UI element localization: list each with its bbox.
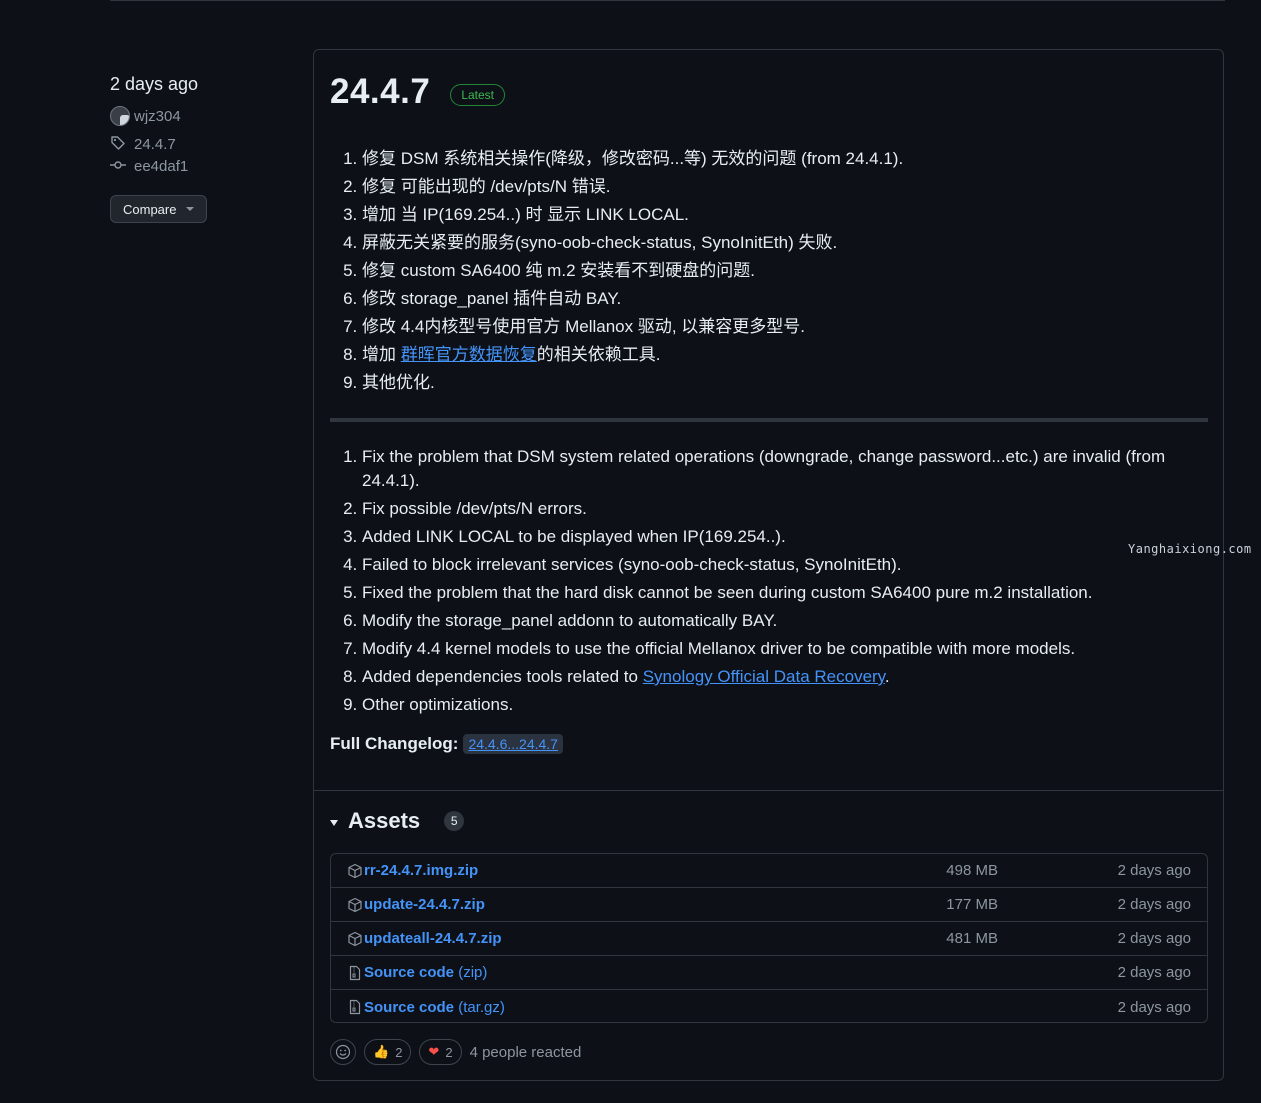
top-divider [110, 0, 1225, 1]
list-item: 修复 可能出现的 /dev/pts/N 错误. [362, 173, 1202, 201]
assets-title: Assets [348, 808, 421, 833]
file-zip-icon [347, 999, 363, 1015]
notes-separator [330, 418, 1208, 422]
compare-button[interactable]: Compare [110, 195, 208, 223]
asset-date: 2 days ago [1117, 998, 1191, 1016]
add-reaction-button[interactable] [330, 1039, 356, 1065]
list-item: 修复 DSM 系统相关操作(降级，修改密码...等) 无效的问题 (from 2… [362, 145, 1202, 173]
release-header: 24.4.7 Latest [330, 72, 506, 112]
list-item: 增加 当 IP(169.254..) 时 显示 LINK LOCAL. [362, 201, 1202, 229]
assets-divider [314, 790, 1223, 791]
synology-recovery-link-zh[interactable]: 群晖官方数据恢复 [401, 345, 537, 364]
release-notes-en: Fix the problem that DSM system related … [330, 445, 1192, 721]
smiley-icon [335, 1044, 351, 1060]
release-date: 2 days ago [110, 74, 199, 94]
tag-name[interactable]: 24.4.7 [134, 136, 176, 153]
reactions-summary[interactable]: 4 people reacted [470, 1044, 582, 1061]
list-item: Modify 4.4 kernel models to use the offi… [362, 637, 1192, 661]
package-icon [347, 931, 363, 947]
asset-row: rr-24.4.7.img.zip 498 MB 2 days ago [331, 854, 1207, 888]
item-text: Added dependencies tools related to [362, 667, 643, 686]
synology-recovery-link-en[interactable]: Synology Official Data Recovery [643, 667, 885, 686]
asset-link-text[interactable]: Source code [364, 999, 454, 1016]
asset-link-text[interactable]: Source code [364, 964, 454, 981]
file-zip-icon [347, 965, 363, 981]
asset-row: Source code (tar.gz) 2 days ago [331, 990, 1207, 1022]
thumbs-up-icon: 👍 [373, 1044, 390, 1059]
reaction-count: 2 [395, 1044, 403, 1060]
list-item: 增加 群晖官方数据恢复的相关依赖工具. [362, 341, 1202, 369]
asset-date: 2 days ago [1117, 896, 1191, 913]
asset-link[interactable]: Source code (zip) [364, 964, 487, 981]
thumbs-up-reaction[interactable]: 👍 2 [364, 1039, 412, 1065]
heart-reaction[interactable]: ❤ 2 [419, 1039, 462, 1065]
author-row[interactable]: wjz304 [110, 105, 290, 127]
list-item: Added LINK LOCAL to be displayed when IP… [362, 525, 1192, 549]
list-item: Other optimizations. [362, 693, 1192, 717]
item-text: 增加 [362, 345, 401, 364]
asset-row: Source code (zip) 2 days ago [331, 956, 1207, 990]
list-item: Fix the problem that DSM system related … [362, 445, 1192, 493]
author-name[interactable]: wjz304 [134, 108, 181, 125]
asset-row: update-24.4.7.zip 177 MB 2 days ago [331, 888, 1207, 922]
list-item: Modify the storage_panel addonn to autom… [362, 609, 1192, 633]
asset-format[interactable]: (zip) [454, 964, 487, 981]
assets-toggle[interactable]: Assets 5 [330, 808, 465, 834]
assets-list: rr-24.4.7.img.zip 498 MB 2 days ago upda… [330, 853, 1208, 1023]
tag-row[interactable]: 24.4.7 [110, 133, 290, 155]
avatar[interactable] [110, 106, 130, 126]
list-item: 修改 storage_panel 插件自动 BAY. [362, 285, 1202, 313]
list-item: 修改 4.4内核型号使用官方 Mellanox 驱动, 以兼容更多型号. [362, 313, 1202, 341]
triangle-down-icon [330, 819, 338, 826]
asset-row: updateall-24.4.7.zip 481 MB 2 days ago [331, 922, 1207, 956]
asset-format[interactable]: (tar.gz) [454, 999, 505, 1016]
item-text: . [884, 667, 890, 686]
changelog-compare-link[interactable]: 24.4.6...24.4.7 [463, 734, 563, 754]
chevron-down-icon [186, 207, 195, 211]
latest-badge: Latest [450, 84, 506, 106]
tag-icon [110, 135, 128, 153]
list-item: Fixed the problem that the hard disk can… [362, 581, 1192, 605]
asset-size: 481 MB [946, 930, 998, 947]
reactions-bar: 👍 2 ❤ 2 4 people reacted [330, 1039, 581, 1065]
assets-count-badge: 5 [444, 811, 465, 831]
list-item: 其他优化. [362, 369, 1202, 397]
commit-hash[interactable]: ee4daf1 [134, 158, 188, 175]
asset-date: 2 days ago [1117, 964, 1191, 981]
asset-size: 498 MB [946, 862, 998, 879]
release-title[interactable]: 24.4.7 [330, 72, 430, 112]
list-item: Added dependencies tools related to Syno… [362, 665, 1192, 689]
watermark: Yanghaixiong.com [1128, 542, 1252, 556]
reaction-count: 2 [445, 1044, 453, 1060]
list-item: Failed to block irrelevant services (syn… [362, 553, 1192, 577]
release-card: 24.4.7 Latest 修复 DSM 系统相关操作(降级，修改密码...等)… [313, 49, 1224, 1081]
compare-label: Compare [123, 201, 177, 217]
changelog-label: Full Changelog: [330, 734, 459, 753]
commit-row[interactable]: ee4daf1 [110, 155, 290, 177]
release-meta: 2 days ago wjz304 24.4.7 ee4daf1 Compare [110, 74, 290, 223]
list-item: Fix possible /dev/pts/N errors. [362, 497, 1192, 521]
full-changelog: Full Changelog: 24.4.6...24.4.7 [330, 734, 563, 754]
package-icon [347, 863, 363, 879]
commit-icon [110, 157, 128, 175]
heart-icon: ❤ [428, 1044, 440, 1059]
asset-date: 2 days ago [1117, 930, 1191, 947]
asset-link[interactable]: rr-24.4.7.img.zip [364, 862, 478, 879]
asset-link[interactable]: Source code (tar.gz) [364, 999, 505, 1016]
list-item: 屏蔽无关紧要的服务(syno-oob-check-status, SynoIni… [362, 229, 1202, 257]
asset-link[interactable]: updateall-24.4.7.zip [364, 930, 502, 947]
package-icon [347, 897, 363, 913]
list-item: 修复 custom SA6400 纯 m.2 安装看不到硬盘的问题. [362, 257, 1202, 285]
asset-date: 2 days ago [1117, 862, 1191, 879]
item-text: 的相关依赖工具. [536, 345, 661, 364]
asset-size: 177 MB [946, 896, 998, 913]
release-notes-zh: 修复 DSM 系统相关操作(降级，修改密码...等) 无效的问题 (from 2… [330, 145, 1202, 397]
asset-link[interactable]: update-24.4.7.zip [364, 896, 485, 913]
